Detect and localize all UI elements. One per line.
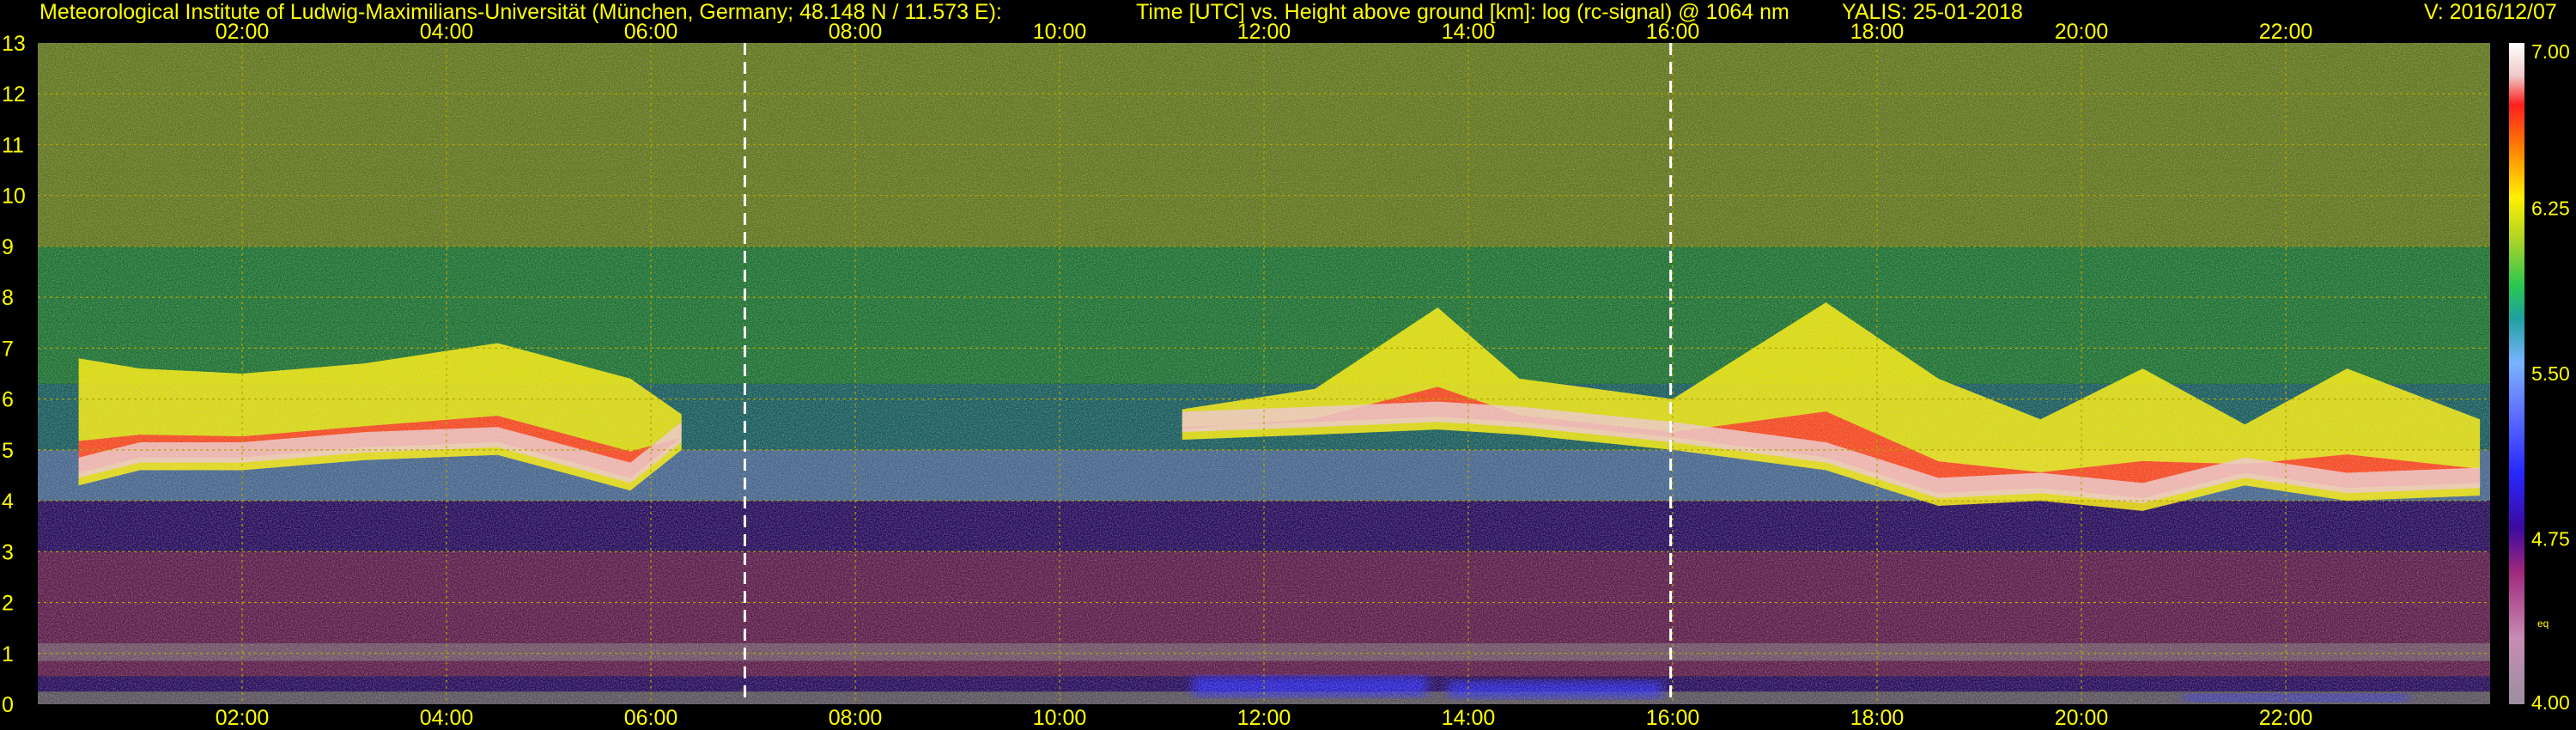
y-tick-label: 4	[2, 490, 14, 514]
y-tick-label: 7	[2, 337, 14, 361]
colorbar-note: eq	[2537, 617, 2549, 630]
x-tick-label-bottom: 14:00	[1442, 706, 1496, 730]
x-tick-label-top: 02:00	[216, 20, 270, 44]
x-tick-label-top: 20:00	[2055, 20, 2109, 44]
y-tick-label: 0	[2, 693, 14, 717]
colorbar-tick-label: 4.00	[2531, 691, 2570, 714]
y-tick-label: 2	[2, 592, 14, 616]
x-tick-label-bottom: 04:00	[420, 706, 474, 730]
x-tick-label-top: 12:00	[1237, 20, 1291, 44]
x-tick-label-top: 06:00	[624, 20, 678, 44]
y-tick-label: 8	[2, 286, 14, 310]
colorbar-tick-label: 5.50	[2531, 362, 2570, 385]
x-axis-bottom: 02:00 04:00 06:00 08:00 10:00 12:00 14:00 16:00…	[216, 706, 2313, 730]
y-axis: 012345678910111213	[2, 32, 26, 717]
y-tick-label: 12	[2, 82, 26, 106]
x-tick-label-bottom: 10:00	[1033, 706, 1087, 730]
x-tick-label-bottom: 06:00	[624, 706, 678, 730]
y-tick-label: 6	[2, 388, 14, 412]
lidar-quicklook-chart: 012345678910111213 02:00 04:00 06:00 08:00 1…	[2, 20, 2570, 730]
x-tick-label-bottom: 20:00	[2055, 706, 2109, 730]
x-tick-label-top: 22:00	[2259, 20, 2313, 44]
colorbar-tick-label: 7.00	[2531, 40, 2570, 63]
x-tick-label-top: 04:00	[420, 20, 474, 44]
colorbar: 7.00 6.25 5.50 4.75 4.00 eq	[2509, 40, 2570, 714]
y-tick-label: 3	[2, 540, 14, 564]
x-tick-label-top: 10:00	[1033, 20, 1087, 44]
colorbar-tick-label: 4.75	[2531, 528, 2570, 551]
y-tick-label: 5	[2, 439, 14, 463]
x-tick-label-top: 08:00	[829, 20, 883, 44]
x-tick-label-top: 16:00	[1646, 20, 1700, 44]
x-tick-label-bottom: 16:00	[1646, 706, 1700, 730]
x-axis-top: 02:00 04:00 06:00 08:00 10:00 12:00 14:00 16:00…	[216, 20, 2313, 44]
x-tick-label-bottom: 02:00	[216, 706, 270, 730]
colorbar-strip	[2509, 43, 2524, 704]
x-tick-label-bottom: 18:00	[1850, 706, 1905, 730]
y-tick-label: 13	[2, 32, 26, 56]
x-tick-label-top: 18:00	[1850, 20, 1905, 44]
colorbar-tick-label: 6.25	[2531, 198, 2570, 220]
y-tick-label: 9	[2, 235, 14, 259]
y-tick-label: 10	[2, 185, 26, 209]
x-tick-label-bottom: 12:00	[1237, 706, 1291, 730]
x-tick-label-bottom: 08:00	[829, 706, 883, 730]
y-tick-label: 11	[2, 133, 24, 157]
y-tick-label: 1	[2, 642, 14, 666]
x-tick-label-top: 14:00	[1442, 20, 1496, 44]
x-tick-label-bottom: 22:00	[2259, 706, 2313, 730]
